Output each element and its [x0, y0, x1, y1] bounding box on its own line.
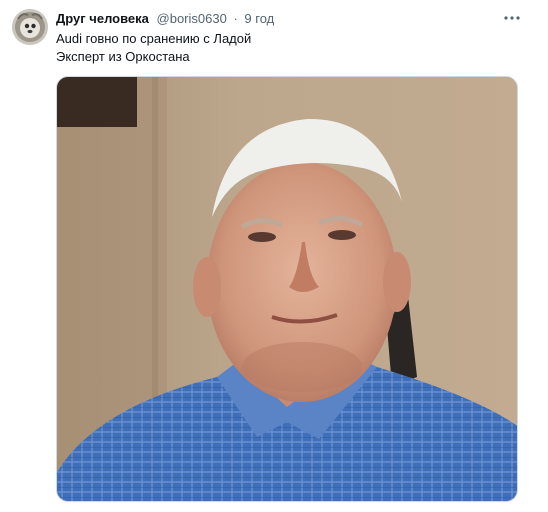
timestamp[interactable]: 9 год — [244, 11, 274, 26]
tweet-header: Друг человека @boris0630 · 9 год — [56, 10, 274, 28]
separator-dot: · — [233, 11, 238, 26]
avatar-photo-icon — [12, 9, 48, 45]
tweet-media-photo[interactable] — [56, 76, 518, 502]
author-name[interactable]: Друг человека — [56, 11, 149, 26]
more-options-button[interactable] — [500, 8, 524, 28]
tweet-text-line-2: Эксперт из Оркостана — [56, 49, 190, 64]
video-frame-image — [57, 77, 517, 501]
author-handle[interactable]: @boris0630 — [157, 11, 227, 26]
more-dots-icon — [504, 16, 520, 20]
author-avatar[interactable] — [12, 9, 48, 45]
tweet[interactable]: Друг человека @boris0630 · 9 год Audi го… — [0, 0, 548, 512]
tweet-text-line-1: Audi говно по сранению с Ладой — [56, 31, 252, 46]
tweet-text: Audi говно по сранению с Ладой Эксперт и… — [56, 30, 251, 66]
